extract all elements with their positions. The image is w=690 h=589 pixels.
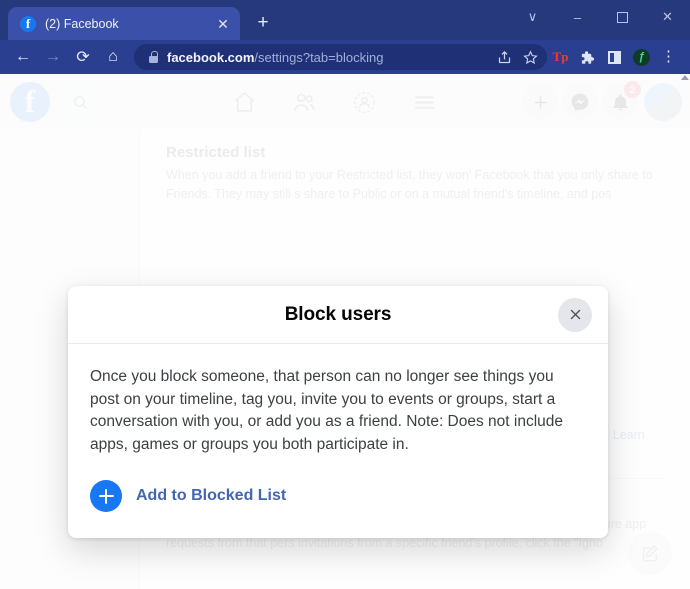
add-to-blocked-list-label: Add to Blocked List bbox=[136, 487, 287, 504]
facebook-favicon-icon: f bbox=[20, 15, 36, 32]
dialog-title: Block users bbox=[284, 303, 392, 325]
window-close-icon[interactable]: ✕ bbox=[645, 0, 690, 34]
plus-circle-icon bbox=[90, 480, 122, 512]
globe-extension-icon[interactable]: ƒ bbox=[628, 42, 655, 72]
address-bar[interactable]: facebook.com/settings?tab=blocking bbox=[134, 44, 547, 70]
browser-tab-facebook[interactable]: f (2) Facebook ✕ bbox=[8, 7, 240, 40]
tab-title: (2) Facebook bbox=[45, 16, 119, 31]
window-controls: ∨ – ✕ bbox=[510, 0, 690, 34]
maximize-icon[interactable] bbox=[600, 0, 645, 34]
minimize-icon[interactable]: – bbox=[555, 0, 600, 34]
url-domain: facebook.com bbox=[167, 49, 255, 65]
reload-icon[interactable]: ⟳ bbox=[68, 42, 98, 72]
home-icon[interactable]: ⌂ bbox=[98, 42, 128, 72]
share-icon[interactable] bbox=[491, 44, 517, 70]
scroll-up-icon[interactable] bbox=[681, 75, 689, 80]
add-to-blocked-list-button[interactable]: Add to Blocked List bbox=[90, 480, 586, 512]
browser-toolbar: ← → ⟳ ⌂ facebook.com/settings?tab=blocki… bbox=[0, 40, 690, 74]
url-path: /settings?tab=blocking bbox=[254, 49, 384, 65]
page-scrollbar[interactable] bbox=[681, 74, 690, 589]
block-users-dialog: Block users Once you block someone, that… bbox=[68, 286, 608, 538]
lock-icon bbox=[148, 51, 158, 63]
tp-extension-icon[interactable]: Tp bbox=[547, 42, 574, 72]
new-tab-button[interactable]: + bbox=[249, 9, 277, 37]
dialog-description: Once you block someone, that person can … bbox=[90, 368, 564, 453]
dialog-body: Once you block someone, that person can … bbox=[68, 344, 608, 538]
close-icon[interactable] bbox=[558, 297, 592, 332]
sidepanel-icon[interactable] bbox=[601, 42, 628, 72]
browser-titlebar: f (2) Facebook ✕ + ∨ – ✕ bbox=[0, 0, 690, 40]
close-icon[interactable]: ✕ bbox=[214, 15, 232, 33]
chevron-down-icon[interactable]: ∨ bbox=[510, 0, 555, 34]
browser-menu-icon[interactable]: ⋮ bbox=[655, 42, 682, 72]
page-viewport: f bbox=[0, 74, 690, 589]
url-text: facebook.com/settings?tab=blocking bbox=[167, 50, 491, 65]
back-icon[interactable]: ← bbox=[8, 42, 38, 72]
forward-icon[interactable]: → bbox=[38, 42, 68, 72]
browser-window: f (2) Facebook ✕ + ∨ – ✕ ← → ⟳ ⌂ faceboo… bbox=[0, 0, 690, 589]
puzzle-extension-icon[interactable] bbox=[574, 42, 601, 72]
dialog-header: Block users bbox=[68, 286, 608, 344]
star-icon[interactable] bbox=[517, 44, 543, 70]
